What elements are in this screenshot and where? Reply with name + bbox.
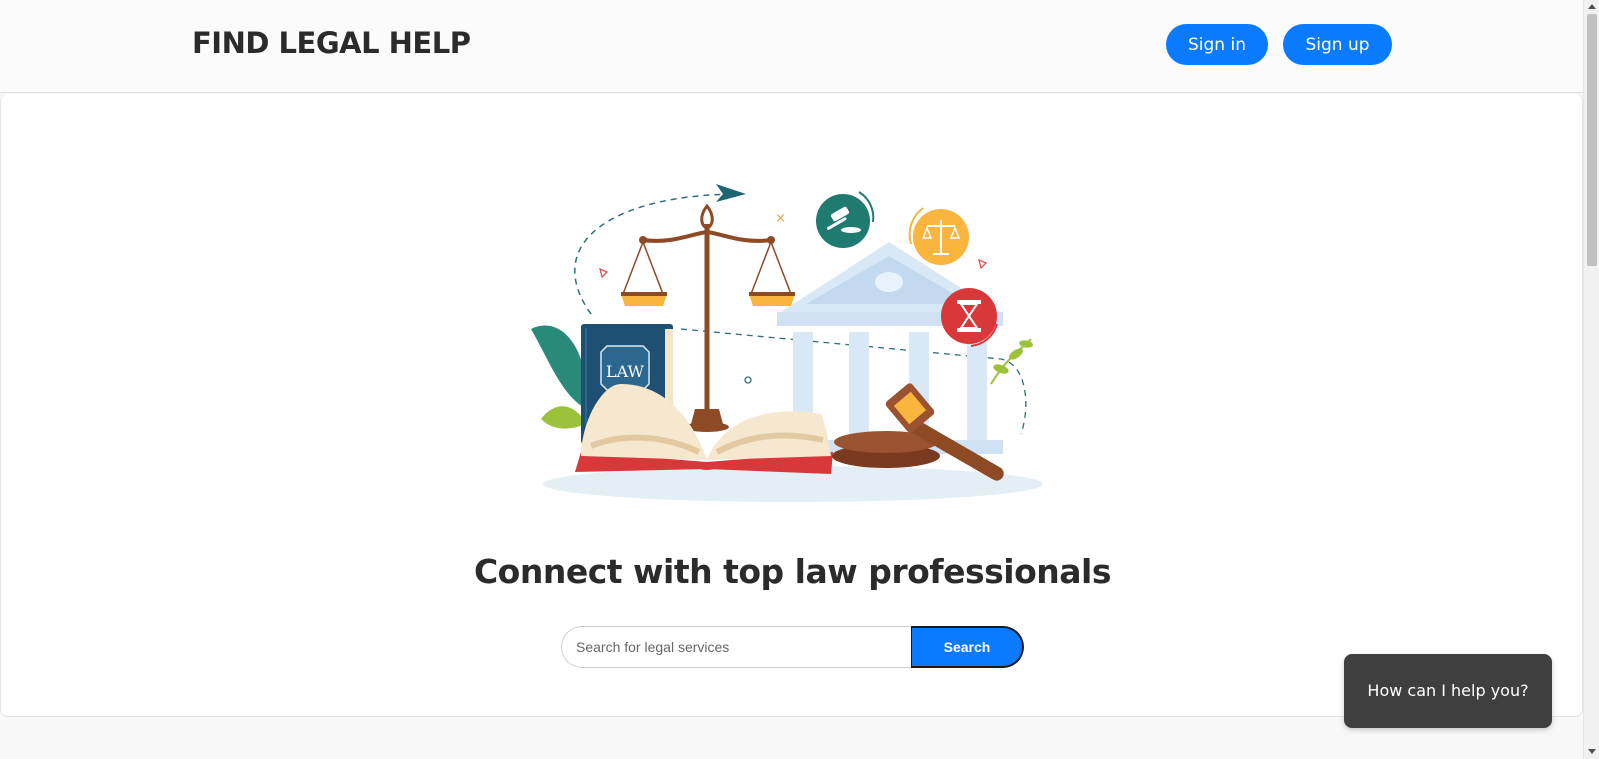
scroll-up-icon[interactable]: [1588, 4, 1596, 9]
law-book-label: LAW: [606, 362, 645, 381]
paper-plane-icon: [716, 184, 746, 202]
law-book-spine-line: [585, 328, 587, 440]
page: FIND LEGAL HELP Sign in Sign up × LAW Co…: [0, 0, 1583, 759]
search-button[interactable]: Search: [911, 626, 1024, 668]
scroll-thumb[interactable]: [1587, 14, 1597, 266]
hero-headline: Connect with top law professionals: [473, 552, 1112, 591]
hero-card: × LAW Connect with top law professionals…: [0, 94, 1583, 717]
brand-title[interactable]: FIND LEGAL HELP: [192, 26, 471, 60]
scroll-down-icon[interactable]: [1588, 749, 1596, 754]
chat-widget[interactable]: How can I help you?: [1344, 654, 1552, 728]
triangle-icon-left: [599, 267, 609, 279]
triangle-icon-right: [978, 258, 988, 270]
column-4: [967, 332, 987, 440]
leaf-dark: [531, 325, 587, 409]
search-input[interactable]: [561, 626, 917, 668]
courthouse-window: [875, 272, 903, 292]
right-leaf-2: [993, 364, 1009, 374]
legal-illustration: × LAW: [531, 184, 1043, 502]
small-ring: [744, 376, 752, 384]
top-header: FIND LEGAL HELP Sign in Sign up: [0, 0, 1583, 93]
scale-base: [691, 409, 723, 424]
column-2: [849, 332, 869, 440]
sign-up-button[interactable]: Sign up: [1283, 24, 1392, 65]
page-scrollbar[interactable]: [1583, 0, 1599, 759]
leaf-light: [541, 406, 586, 429]
x-mark-icon: ×: [775, 211, 786, 226]
search-form: Search: [561, 626, 1024, 668]
sign-in-button[interactable]: Sign in: [1166, 24, 1268, 65]
